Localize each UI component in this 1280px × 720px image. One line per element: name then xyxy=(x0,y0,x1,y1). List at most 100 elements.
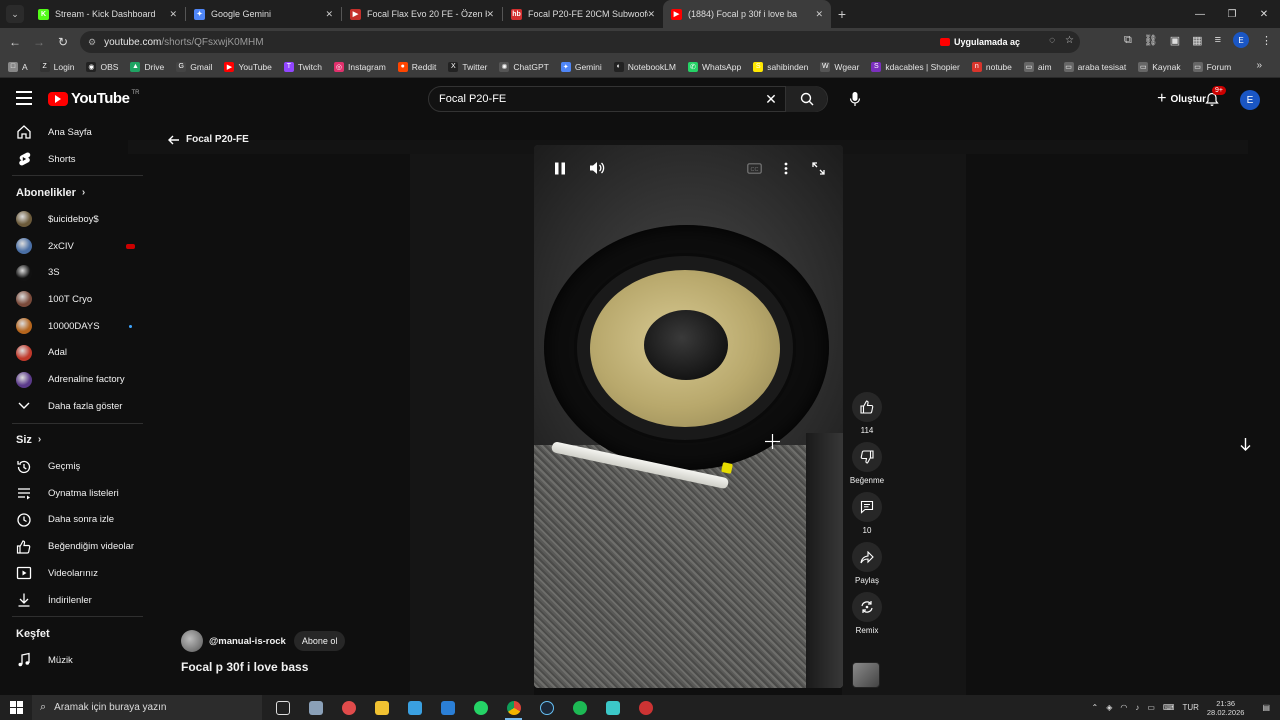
app-icon-4[interactable] xyxy=(398,695,431,720)
subscription-item[interactable]: Adrenaline factory xyxy=(0,366,155,393)
browser-tab[interactable]: ▶ Focal Flax Evo 20 FE - Özen Hifi ✕ xyxy=(342,0,502,28)
bookmark-item[interactable]: ▭ araba tesisat xyxy=(1063,61,1126,72)
bookmark-item[interactable]: ● Reddit xyxy=(397,61,436,72)
captions-button[interactable]: CC xyxy=(743,157,765,179)
app-icon-2[interactable] xyxy=(332,695,365,720)
close-tab-icon[interactable]: ✕ xyxy=(169,9,177,20)
sidebar-item[interactable]: İndirilenler xyxy=(0,587,155,614)
comments-button[interactable] xyxy=(852,492,882,522)
task-view-icon[interactable] xyxy=(266,695,299,720)
browser-tab[interactable]: ▶ (1884) Focal p 30f i love ba ✕ xyxy=(663,0,831,28)
media-controls-icon[interactable]: ≡ xyxy=(1215,34,1221,46)
app-icon-10[interactable] xyxy=(596,695,629,720)
sidebar-item[interactable]: Beğendiğim videolar xyxy=(0,533,155,560)
bookmark-item[interactable]: ◉ OBS xyxy=(86,61,118,72)
search-input[interactable] xyxy=(429,87,759,111)
bookmark-item[interactable]: ▭ Kaynak xyxy=(1138,61,1181,72)
close-tab-icon[interactable]: ✕ xyxy=(325,9,333,20)
system-clock[interactable]: 21:36 28.02.2026 xyxy=(1207,699,1253,717)
speaker-icon[interactable]: ♪ xyxy=(1135,703,1139,712)
share-button[interactable] xyxy=(852,542,882,572)
app-icon-11[interactable] xyxy=(629,695,662,720)
channel-avatar[interactable] xyxy=(181,630,203,652)
bookmark-item[interactable]: Z Login xyxy=(39,61,74,72)
sidebar-item[interactable]: Müzik xyxy=(0,647,155,674)
app-icon-1[interactable] xyxy=(299,695,332,720)
extensions-icon[interactable]: ⧉ xyxy=(1124,34,1132,47)
bookmark-item[interactable]: □ A xyxy=(8,61,28,72)
taskbar-search[interactable]: ⌕ Aramak için buraya yazın xyxy=(32,695,262,720)
bookmark-item[interactable]: ▲ Drive xyxy=(130,61,164,72)
spotify-icon[interactable] xyxy=(563,695,596,720)
bookmark-item[interactable]: n notube xyxy=(971,61,1012,72)
link-icon[interactable]: ⛓ xyxy=(1144,34,1158,47)
clear-search-icon[interactable]: ✕ xyxy=(759,91,783,108)
voice-search-button[interactable] xyxy=(842,86,868,112)
subscription-item[interactable]: 2xCIV xyxy=(0,233,155,260)
youtube-logo[interactable]: YouTube TR xyxy=(48,90,139,107)
close-tab-icon[interactable]: ✕ xyxy=(647,9,655,20)
like-button[interactable] xyxy=(852,392,882,422)
sidebar-item[interactable]: Geçmiş xyxy=(0,453,155,480)
pause-button[interactable] xyxy=(549,157,571,179)
network-icon[interactable]: ◈ xyxy=(1106,703,1112,712)
new-tab-button[interactable]: + xyxy=(831,3,853,25)
bookmark-star-icon[interactable]: ☆ xyxy=(1065,35,1074,46)
audio-source-thumbnail[interactable] xyxy=(852,662,880,688)
apps-grid-icon[interactable]: ▦ xyxy=(1192,34,1202,47)
account-avatar[interactable]: E xyxy=(1240,90,1260,110)
tab-search-button[interactable]: ⌄ xyxy=(6,5,24,23)
next-short-button[interactable] xyxy=(1236,435,1254,453)
browser-menu-icon[interactable]: ⋮ xyxy=(1261,34,1272,47)
fullscreen-button[interactable] xyxy=(807,157,829,179)
restore-button[interactable]: ❐ xyxy=(1216,0,1248,28)
site-info-icon[interactable]: ⚙ xyxy=(88,37,96,48)
subscribe-button[interactable]: Abone ol xyxy=(293,631,346,651)
create-button[interactable]: + Oluştur xyxy=(1157,89,1206,109)
cast-icon[interactable]: ▣ xyxy=(1170,34,1180,47)
browser-profile-avatar[interactable]: E xyxy=(1233,32,1249,48)
chrome-icon[interactable] xyxy=(497,695,530,720)
more-options-button[interactable] xyxy=(775,157,797,179)
channel-handle[interactable]: @manual-is-rock xyxy=(209,636,286,647)
bookmark-item[interactable]: ▭ Forum xyxy=(1192,61,1231,72)
bookmark-item[interactable]: Ssahibinden xyxy=(753,61,808,72)
app-icon-5[interactable] xyxy=(431,695,464,720)
bookmark-item[interactable]: W Wgear xyxy=(820,61,859,72)
bookmark-item[interactable]: G Gmail xyxy=(176,61,212,72)
subscriptions-heading[interactable]: Abonelikler › xyxy=(0,179,155,206)
sidebar-item[interactable]: Oynatma listeleri xyxy=(0,480,155,507)
open-in-app-button[interactable]: Uygulamada aç xyxy=(939,34,1020,50)
reload-icon[interactable]: ↻ xyxy=(51,30,75,54)
minimize-button[interactable]: — xyxy=(1184,0,1216,28)
sidebar-item[interactable]: Videolarınız xyxy=(0,560,155,587)
keyboard-icon[interactable]: ⌨ xyxy=(1163,703,1175,712)
bookmark-item[interactable]: ◐ NotebookLM xyxy=(613,61,676,72)
wifi-icon[interactable]: ◠ xyxy=(1120,703,1127,712)
browser-tab[interactable]: hb Focal P20-FE 20CM Subwoofer ✕ xyxy=(503,0,663,28)
browser-tab[interactable]: ✦ Google Gemini ✕ xyxy=(186,0,341,28)
bookmark-item[interactable]: ✆ WhatsApp xyxy=(687,61,741,72)
bookmarks-overflow-icon[interactable]: » xyxy=(1256,60,1262,71)
menu-icon[interactable] xyxy=(16,91,32,105)
bookmark-item[interactable]: ✦ Gemini xyxy=(560,61,602,72)
volume-button[interactable] xyxy=(586,157,608,179)
file-explorer-icon[interactable] xyxy=(365,695,398,720)
back-icon[interactable]: ← xyxy=(3,30,27,54)
subscription-item[interactable]: 100T Cryo xyxy=(0,286,155,313)
sidebar-item[interactable]: Daha sonra izle xyxy=(0,507,155,534)
forward-icon[interactable]: → xyxy=(27,30,51,54)
close-tab-icon[interactable]: ✕ xyxy=(815,9,823,20)
remix-button[interactable] xyxy=(852,592,882,622)
subscription-item[interactable]: $uicideboy$ xyxy=(0,206,155,233)
you-heading[interactable]: Siz › xyxy=(0,427,155,454)
bookmark-item[interactable]: X Twitter xyxy=(448,61,487,72)
steam-icon[interactable] xyxy=(530,695,563,720)
notification-center-icon[interactable]: ▤ xyxy=(1262,703,1270,712)
close-window-button[interactable]: ✕ xyxy=(1248,0,1280,28)
subscription-item[interactable]: Adal xyxy=(0,340,155,367)
bookmark-item[interactable]: ▶ YouTube xyxy=(224,61,272,72)
search-button[interactable] xyxy=(785,86,827,112)
shorts-video-player[interactable]: CC xyxy=(534,145,843,688)
display-icon[interactable]: ▭ xyxy=(1147,703,1155,712)
